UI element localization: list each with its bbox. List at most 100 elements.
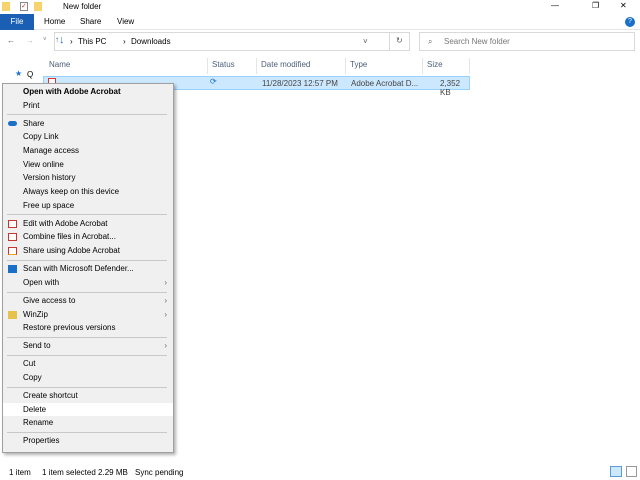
maximize-button[interactable]: ❐ (592, 1, 599, 10)
menu-item-label: WinZip (23, 309, 48, 319)
menu-item-label: Manage access (23, 146, 80, 156)
sync-status: Sync pending (135, 468, 184, 477)
recent-dropdown[interactable]: ˅ (43, 37, 47, 43)
menu-item-label: Version history (23, 173, 76, 183)
menu-item-label: Share using Adobe Acrobat (23, 246, 120, 256)
chevron-right-icon: › (164, 277, 167, 287)
menu-item-restore-previous-versions[interactable]: Restore previous versions (3, 321, 173, 335)
menu-item-label: Cut (23, 359, 36, 369)
properties-icon[interactable]: ✓ (20, 2, 28, 11)
menu-item-label: Scan with Microsoft Defender... (23, 264, 134, 274)
menu-item-give-access-to[interactable]: Give access to › (3, 294, 173, 308)
menu-item-always-keep-on-this-device[interactable]: Always keep on this device (3, 185, 173, 199)
chevron-icon: › (123, 37, 126, 46)
file-type: Adobe Acrobat D... (351, 79, 419, 88)
menu-item-scan-with-microsoft-defender[interactable]: Scan with Microsoft Defender... (3, 262, 173, 276)
sync-pending-icon: ⟳ (210, 77, 217, 86)
search-placeholder: Search New folder (444, 37, 510, 46)
help-icon[interactable]: ? (625, 17, 635, 27)
menu-item-copy-link[interactable]: Copy Link (3, 130, 173, 144)
close-button[interactable]: ✕ (620, 1, 627, 10)
column-date-modified[interactable]: Date modified (257, 58, 346, 74)
column-name[interactable]: Name (45, 58, 208, 74)
downloads-icon: ↓ (59, 34, 65, 46)
menu-item-delete[interactable]: Delete (3, 402, 173, 417)
breadcrumb-downloads[interactable]: Downloads (131, 37, 171, 46)
menu-item-open-with[interactable]: Open with › (3, 276, 173, 290)
divider (389, 32, 390, 51)
menu-item-cut[interactable]: Cut (3, 357, 173, 371)
acrobat-combine-icon (8, 233, 17, 242)
menu-item-manage-access[interactable]: Manage access (3, 144, 173, 158)
file-size: 2,352 KB (440, 79, 461, 97)
chevron-right-icon: › (164, 309, 167, 319)
onedrive-cloud-icon (8, 120, 17, 126)
menu-item-free-up-space[interactable]: Free up space (3, 199, 173, 213)
forward-button[interactable]: → (26, 36, 34, 45)
tab-home[interactable]: Home (44, 14, 65, 30)
folder-icon (2, 2, 10, 11)
large-icons-view-button[interactable] (626, 466, 637, 477)
chevron-icon: › (70, 37, 73, 46)
acrobat-edit-icon (8, 219, 17, 228)
menu-item-print[interactable]: Print (3, 99, 173, 113)
menu-item-send-to[interactable]: Send to › (3, 339, 173, 353)
menu-item-label: Free up space (23, 200, 75, 210)
chevron-right-icon: › (164, 295, 167, 305)
column-status[interactable]: Status (208, 58, 257, 74)
menu-item-label: Rename (23, 418, 54, 428)
menu-item-label: Delete (23, 404, 47, 414)
menu-item-create-shortcut[interactable]: Create shortcut (3, 389, 173, 403)
winzip-icon (8, 310, 17, 319)
menu-item-label: Restore previous versions (23, 323, 116, 333)
menu-item-winzip[interactable]: WinZip › (3, 308, 173, 322)
menu-item-label: Share (23, 118, 45, 128)
menu-item-label: Send to (23, 341, 51, 351)
menu-item-label: Give access to (23, 295, 76, 305)
menu-item-combine-files-in-acrobat[interactable]: Combine files in Acrobat... (3, 230, 173, 244)
title-bar: ✓ New folder — ❐ ✕ (0, 0, 640, 14)
defender-shield-icon (8, 265, 17, 274)
menu-item-label: View online (23, 159, 64, 169)
tab-share[interactable]: Share (80, 14, 101, 30)
column-type[interactable]: Type (346, 58, 423, 74)
details-view-button[interactable] (610, 466, 622, 477)
back-button[interactable]: ← (7, 36, 15, 45)
menu-item-label: Always keep on this device (23, 187, 120, 197)
menu-item-share[interactable]: Share (3, 117, 173, 131)
acrobat-share-icon (8, 247, 17, 256)
menu-item-label: Properties (23, 436, 60, 446)
title-text: New folder (63, 2, 102, 11)
column-size[interactable]: Size (423, 58, 470, 74)
ribbon-tabs: File Home Share View ? (0, 14, 640, 30)
menu-item-label: Edit with Adobe Acrobat (23, 218, 108, 228)
menu-item-open-with-adobe-acrobat[interactable]: Open with Adobe Acrobat (3, 85, 173, 99)
minimize-button[interactable]: — (551, 1, 559, 10)
quick-access-pin-icon[interactable]: ★ (15, 69, 22, 78)
search-icon: ⌕ (428, 37, 433, 46)
chevron-right-icon: › (164, 341, 167, 351)
tab-view[interactable]: View (117, 14, 134, 30)
menu-item-edit-with-adobe-acrobat[interactable]: Edit with Adobe Acrobat (3, 217, 173, 231)
address-bar[interactable]: ↓ › This PC › Downloads ˅ ↻ (54, 32, 410, 51)
menu-item-copy[interactable]: Copy (3, 371, 173, 385)
file-date: 11/28/2023 12:57 PM (262, 79, 338, 88)
menu-item-label: Print (23, 100, 40, 110)
menu-item-rename[interactable]: Rename (3, 416, 173, 430)
menu-item-properties[interactable]: Properties (3, 434, 173, 448)
menu-item-label: Copy Link (23, 132, 59, 142)
tab-file[interactable]: File (0, 14, 34, 30)
menu-item-view-online[interactable]: View online (3, 158, 173, 172)
refresh-button[interactable]: ↻ (396, 36, 403, 45)
menu-item-label: Open with Adobe Acrobat (23, 87, 121, 96)
item-count: 1 item (9, 468, 31, 477)
new-folder-icon[interactable] (34, 2, 42, 11)
quick-access-label[interactable]: Q (27, 70, 33, 79)
search-input[interactable]: ⌕ Search New folder (419, 32, 635, 51)
breadcrumb-this-pc[interactable]: This PC (78, 37, 106, 46)
menu-item-label: Create shortcut (23, 390, 78, 400)
address-dropdown[interactable]: ˅ (363, 37, 368, 46)
menu-item-share-using-adobe-acrobat[interactable]: Share using Adobe Acrobat (3, 244, 173, 258)
status-bar: 1 item 1 item selected 2.29 MB Sync pend… (0, 465, 640, 480)
menu-item-version-history[interactable]: Version history (3, 171, 173, 185)
